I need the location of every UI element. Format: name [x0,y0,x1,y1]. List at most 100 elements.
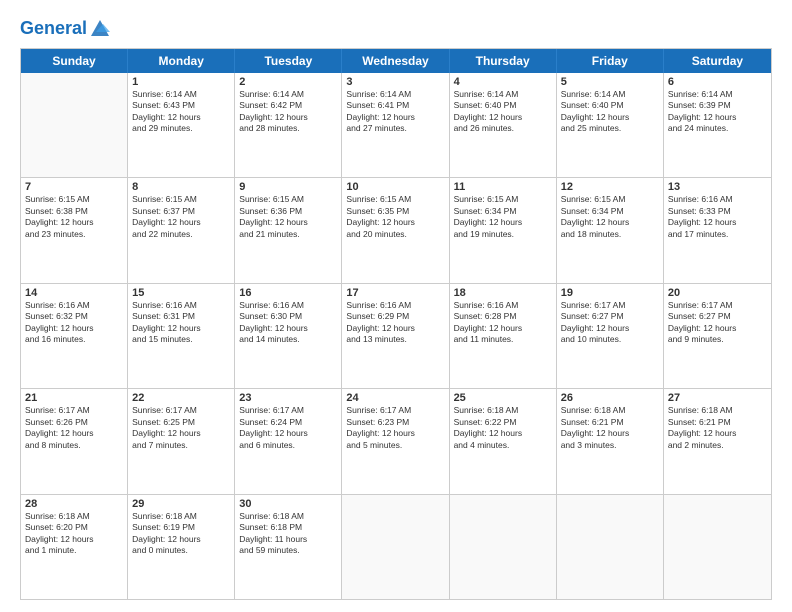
logo-icon [89,18,111,40]
calendar-header-cell: Friday [557,49,664,73]
cell-info: Sunrise: 6:15 AM Sunset: 6:36 PM Dayligh… [239,194,337,240]
day-number: 6 [668,76,767,88]
cell-info: Sunrise: 6:16 AM Sunset: 6:31 PM Dayligh… [132,300,230,346]
calendar-cell: 15Sunrise: 6:16 AM Sunset: 6:31 PM Dayli… [128,284,235,388]
day-number: 28 [25,498,123,510]
calendar-cell: 27Sunrise: 6:18 AM Sunset: 6:21 PM Dayli… [664,389,771,493]
calendar-row: 7Sunrise: 6:15 AM Sunset: 6:38 PM Daylig… [21,178,771,283]
calendar-header-cell: Tuesday [235,49,342,73]
day-number: 15 [132,287,230,299]
day-number: 3 [346,76,444,88]
cell-info: Sunrise: 6:14 AM Sunset: 6:43 PM Dayligh… [132,89,230,135]
day-number: 12 [561,181,659,193]
calendar: SundayMondayTuesdayWednesdayThursdayFrid… [20,48,772,600]
calendar-cell: 14Sunrise: 6:16 AM Sunset: 6:32 PM Dayli… [21,284,128,388]
day-number: 10 [346,181,444,193]
calendar-cell: 16Sunrise: 6:16 AM Sunset: 6:30 PM Dayli… [235,284,342,388]
day-number: 11 [454,181,552,193]
calendar-body: 1Sunrise: 6:14 AM Sunset: 6:43 PM Daylig… [21,73,771,599]
calendar-header-cell: Saturday [664,49,771,73]
calendar-header: SundayMondayTuesdayWednesdayThursdayFrid… [21,49,771,73]
day-number: 19 [561,287,659,299]
calendar-cell: 20Sunrise: 6:17 AM Sunset: 6:27 PM Dayli… [664,284,771,388]
calendar-header-cell: Sunday [21,49,128,73]
calendar-cell: 2Sunrise: 6:14 AM Sunset: 6:42 PM Daylig… [235,73,342,177]
calendar-row: 14Sunrise: 6:16 AM Sunset: 6:32 PM Dayli… [21,284,771,389]
calendar-cell [450,495,557,599]
calendar-cell: 5Sunrise: 6:14 AM Sunset: 6:40 PM Daylig… [557,73,664,177]
cell-info: Sunrise: 6:18 AM Sunset: 6:21 PM Dayligh… [668,405,767,451]
cell-info: Sunrise: 6:16 AM Sunset: 6:28 PM Dayligh… [454,300,552,346]
day-number: 18 [454,287,552,299]
calendar-cell: 6Sunrise: 6:14 AM Sunset: 6:39 PM Daylig… [664,73,771,177]
cell-info: Sunrise: 6:15 AM Sunset: 6:35 PM Dayligh… [346,194,444,240]
day-number: 2 [239,76,337,88]
logo: General [20,18,111,40]
calendar-cell: 18Sunrise: 6:16 AM Sunset: 6:28 PM Dayli… [450,284,557,388]
page: General SundayMondayTuesdayWednesdayThur… [0,0,792,612]
day-number: 8 [132,181,230,193]
cell-info: Sunrise: 6:18 AM Sunset: 6:22 PM Dayligh… [454,405,552,451]
day-number: 25 [454,392,552,404]
day-number: 30 [239,498,337,510]
day-number: 23 [239,392,337,404]
calendar-cell [21,73,128,177]
calendar-row: 1Sunrise: 6:14 AM Sunset: 6:43 PM Daylig… [21,73,771,178]
calendar-cell: 9Sunrise: 6:15 AM Sunset: 6:36 PM Daylig… [235,178,342,282]
calendar-row: 21Sunrise: 6:17 AM Sunset: 6:26 PM Dayli… [21,389,771,494]
cell-info: Sunrise: 6:14 AM Sunset: 6:42 PM Dayligh… [239,89,337,135]
cell-info: Sunrise: 6:17 AM Sunset: 6:23 PM Dayligh… [346,405,444,451]
logo-text: General [20,19,87,39]
day-number: 5 [561,76,659,88]
cell-info: Sunrise: 6:16 AM Sunset: 6:29 PM Dayligh… [346,300,444,346]
calendar-cell: 11Sunrise: 6:15 AM Sunset: 6:34 PM Dayli… [450,178,557,282]
cell-info: Sunrise: 6:17 AM Sunset: 6:25 PM Dayligh… [132,405,230,451]
day-number: 1 [132,76,230,88]
calendar-cell: 23Sunrise: 6:17 AM Sunset: 6:24 PM Dayli… [235,389,342,493]
calendar-cell: 29Sunrise: 6:18 AM Sunset: 6:19 PM Dayli… [128,495,235,599]
calendar-cell: 30Sunrise: 6:18 AM Sunset: 6:18 PM Dayli… [235,495,342,599]
cell-info: Sunrise: 6:14 AM Sunset: 6:40 PM Dayligh… [454,89,552,135]
day-number: 4 [454,76,552,88]
calendar-cell [342,495,449,599]
calendar-cell: 13Sunrise: 6:16 AM Sunset: 6:33 PM Dayli… [664,178,771,282]
calendar-cell: 17Sunrise: 6:16 AM Sunset: 6:29 PM Dayli… [342,284,449,388]
calendar-cell: 4Sunrise: 6:14 AM Sunset: 6:40 PM Daylig… [450,73,557,177]
cell-info: Sunrise: 6:16 AM Sunset: 6:30 PM Dayligh… [239,300,337,346]
day-number: 29 [132,498,230,510]
calendar-cell: 26Sunrise: 6:18 AM Sunset: 6:21 PM Dayli… [557,389,664,493]
calendar-cell: 25Sunrise: 6:18 AM Sunset: 6:22 PM Dayli… [450,389,557,493]
calendar-cell: 3Sunrise: 6:14 AM Sunset: 6:41 PM Daylig… [342,73,449,177]
cell-info: Sunrise: 6:18 AM Sunset: 6:18 PM Dayligh… [239,511,337,557]
cell-info: Sunrise: 6:14 AM Sunset: 6:40 PM Dayligh… [561,89,659,135]
cell-info: Sunrise: 6:17 AM Sunset: 6:26 PM Dayligh… [25,405,123,451]
day-number: 13 [668,181,767,193]
cell-info: Sunrise: 6:15 AM Sunset: 6:37 PM Dayligh… [132,194,230,240]
day-number: 21 [25,392,123,404]
cell-info: Sunrise: 6:15 AM Sunset: 6:34 PM Dayligh… [561,194,659,240]
day-number: 27 [668,392,767,404]
cell-info: Sunrise: 6:18 AM Sunset: 6:19 PM Dayligh… [132,511,230,557]
calendar-header-cell: Thursday [450,49,557,73]
calendar-header-cell: Monday [128,49,235,73]
cell-info: Sunrise: 6:17 AM Sunset: 6:24 PM Dayligh… [239,405,337,451]
cell-info: Sunrise: 6:14 AM Sunset: 6:39 PM Dayligh… [668,89,767,135]
header: General [20,18,772,40]
calendar-cell [557,495,664,599]
calendar-cell: 10Sunrise: 6:15 AM Sunset: 6:35 PM Dayli… [342,178,449,282]
calendar-cell: 22Sunrise: 6:17 AM Sunset: 6:25 PM Dayli… [128,389,235,493]
day-number: 24 [346,392,444,404]
day-number: 26 [561,392,659,404]
calendar-cell [664,495,771,599]
cell-info: Sunrise: 6:15 AM Sunset: 6:38 PM Dayligh… [25,194,123,240]
cell-info: Sunrise: 6:14 AM Sunset: 6:41 PM Dayligh… [346,89,444,135]
calendar-cell: 28Sunrise: 6:18 AM Sunset: 6:20 PM Dayli… [21,495,128,599]
cell-info: Sunrise: 6:17 AM Sunset: 6:27 PM Dayligh… [668,300,767,346]
day-number: 7 [25,181,123,193]
cell-info: Sunrise: 6:18 AM Sunset: 6:20 PM Dayligh… [25,511,123,557]
day-number: 17 [346,287,444,299]
calendar-cell: 12Sunrise: 6:15 AM Sunset: 6:34 PM Dayli… [557,178,664,282]
calendar-cell: 7Sunrise: 6:15 AM Sunset: 6:38 PM Daylig… [21,178,128,282]
calendar-cell: 8Sunrise: 6:15 AM Sunset: 6:37 PM Daylig… [128,178,235,282]
calendar-cell: 21Sunrise: 6:17 AM Sunset: 6:26 PM Dayli… [21,389,128,493]
